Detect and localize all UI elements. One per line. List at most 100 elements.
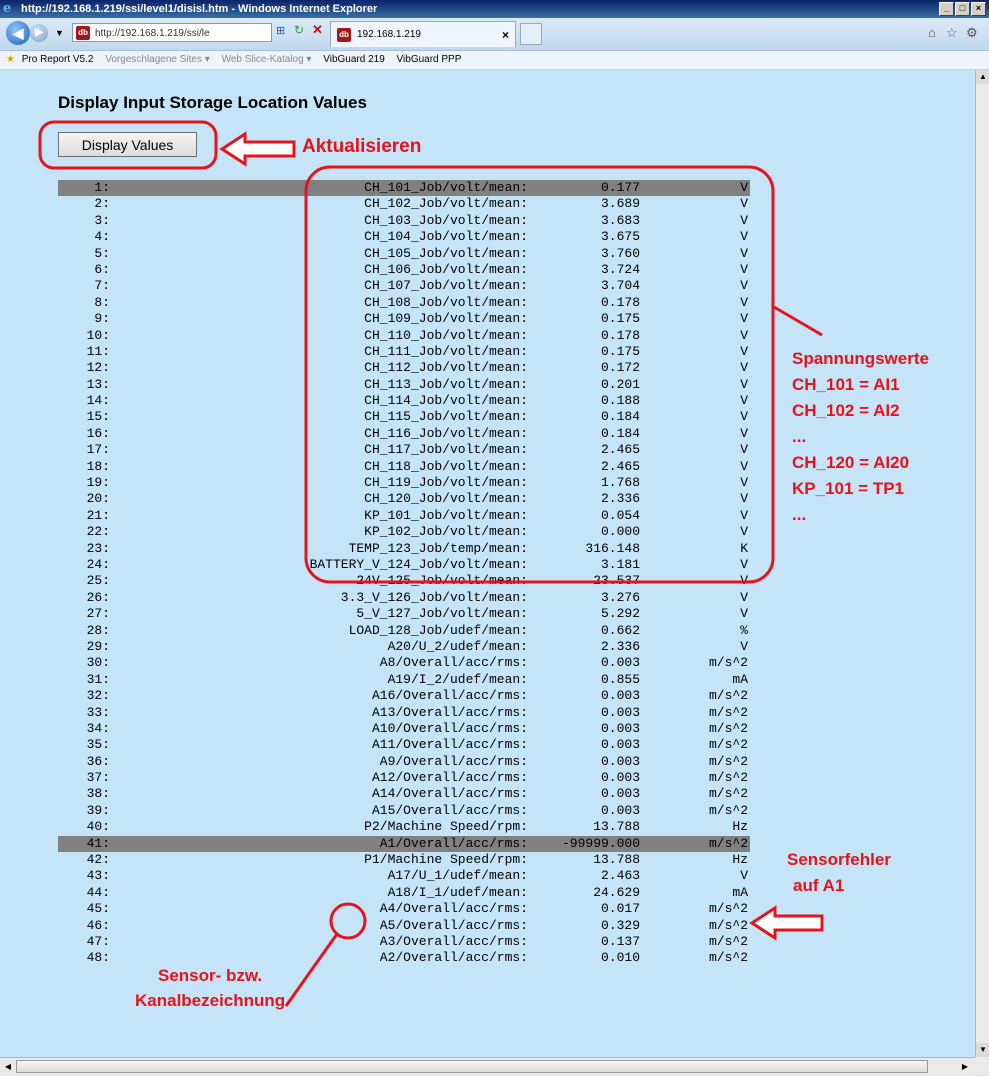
row-index: 24: bbox=[86, 556, 110, 572]
tab-192-168-1-219[interactable]: db 192.168.1.219 × bbox=[330, 21, 516, 47]
channel-value: 23.537 bbox=[593, 573, 640, 589]
voltage-annotation-line: CH_101 = AI1 bbox=[792, 375, 900, 394]
channel-label: BATTERY_V_124_Job/volt/mean: bbox=[309, 556, 528, 572]
channel-unit: V bbox=[740, 425, 748, 441]
sensor-error-annotation: Sensorfehler auf A1 bbox=[787, 847, 891, 899]
row-index: 11: bbox=[86, 343, 110, 359]
fav-suggested-sites[interactable]: Vorgeschlagene Sites ▾ bbox=[105, 51, 210, 69]
channel-value: 0.178 bbox=[600, 327, 640, 343]
row-index: 7: bbox=[94, 278, 110, 294]
channel-unit: V bbox=[740, 360, 748, 376]
sensor-error-line: auf A1 bbox=[793, 876, 845, 895]
channel-label: CH_104_Job/volt/mean: bbox=[364, 229, 528, 245]
table-row: 7: CH_107_Job/volt/mean: 3.704 V bbox=[58, 278, 750, 294]
channel-unit: V bbox=[740, 524, 748, 540]
table-row: 20: CH_120_Job/volt/mean: 2.336 V bbox=[58, 491, 750, 507]
vertical-scrollbar[interactable]: ▲ ▼ bbox=[975, 70, 989, 1057]
channel-label: CH_105_Job/volt/mean: bbox=[364, 245, 528, 261]
channel-unit: m/s^2 bbox=[708, 655, 748, 671]
voltage-annotation-line: ... bbox=[792, 427, 807, 446]
tools-gear-icon[interactable]: ⚙ bbox=[966, 25, 978, 41]
table-row: 27: 5_V_127_Job/volt/mean: 5.292 V bbox=[58, 606, 750, 622]
table-row: 29: A20/U_2/udef/mean: 2.336 V bbox=[58, 639, 750, 655]
channel-value: 2.463 bbox=[600, 868, 640, 884]
voltage-annotation: Spannungswerte CH_101 = AI1 CH_102 = AI2… bbox=[792, 346, 929, 528]
channel-unit: V bbox=[740, 180, 748, 195]
channel-label: CH_113_Job/volt/mean: bbox=[364, 376, 528, 392]
horizontal-scrollbar[interactable]: ◀ ▶ bbox=[0, 1057, 975, 1076]
scroll-up-icon[interactable]: ▲ bbox=[976, 70, 989, 84]
window-controls: _ □ × bbox=[939, 2, 986, 16]
channel-value: 0.003 bbox=[600, 720, 640, 736]
row-index: 25: bbox=[86, 573, 110, 589]
voltage-annotation-line: Spannungswerte bbox=[792, 349, 929, 368]
history-dropdown-icon[interactable]: ▼ bbox=[55, 28, 64, 38]
compatibility-icon[interactable]: ⊞ bbox=[276, 24, 285, 37]
fav-vibguard-219[interactable]: VibGuard 219 bbox=[323, 51, 385, 69]
channel-unit: m/s^2 bbox=[708, 753, 748, 769]
horizontal-scroll-thumb[interactable] bbox=[16, 1060, 928, 1073]
channel-label: A13/Overall/acc/rms: bbox=[371, 704, 528, 720]
scroll-right-icon[interactable]: ▶ bbox=[958, 1060, 972, 1074]
close-icon[interactable]: × bbox=[971, 2, 986, 16]
favorites-star-icon[interactable]: ★ bbox=[6, 51, 15, 69]
table-row: 18: CH_118_Job/volt/mean: 2.465 V bbox=[58, 459, 750, 475]
tab-close-icon[interactable]: × bbox=[502, 22, 509, 48]
table-row: 14: CH_114_Job/volt/mean: 0.188 V bbox=[58, 393, 750, 409]
channel-value: 3.683 bbox=[600, 212, 640, 228]
forward-icon[interactable]: ▶ bbox=[30, 24, 48, 42]
scroll-left-icon[interactable]: ◀ bbox=[1, 1060, 15, 1074]
maximize-icon[interactable]: □ bbox=[955, 2, 970, 16]
channel-label: A11/Overall/acc/rms: bbox=[371, 737, 528, 753]
row-index: 13: bbox=[86, 376, 110, 392]
table-row: 47: A3/Overall/acc/rms: 0.137 m/s^2 bbox=[58, 934, 750, 950]
row-index: 6: bbox=[94, 261, 110, 277]
fav-vibguard-ppp[interactable]: VibGuard PPP bbox=[397, 51, 462, 69]
channel-label: LOAD_128_Job/udef/mean: bbox=[348, 622, 528, 638]
channel-unit: Hz bbox=[732, 819, 748, 835]
stop-icon[interactable]: ✕ bbox=[312, 22, 323, 38]
channel-unit: m/s^2 bbox=[708, 835, 748, 851]
navigation-bar: ◀ ▶ ▼ db http://192.168.1.219/ssi/le ⊞ ↻… bbox=[0, 18, 989, 51]
table-row: 35: A11/Overall/acc/rms: 0.003 m/s^2 bbox=[58, 737, 750, 753]
minimize-icon[interactable]: _ bbox=[939, 2, 954, 16]
tab-title: 192.168.1.219 bbox=[357, 29, 421, 40]
scroll-down-icon[interactable]: ▼ bbox=[976, 1043, 989, 1057]
fav-pro-report[interactable]: Pro Report V5.2 bbox=[22, 51, 94, 69]
channel-unit: mA bbox=[732, 671, 748, 687]
favorites-star-icon[interactable]: ☆ bbox=[946, 25, 958, 41]
new-tab-button[interactable] bbox=[520, 23, 542, 45]
channel-unit: V bbox=[740, 507, 748, 523]
channel-unit: V bbox=[740, 638, 748, 654]
channel-label: CH_102_Job/volt/mean: bbox=[364, 196, 528, 212]
address-bar[interactable]: db http://192.168.1.219/ssi/le bbox=[72, 23, 272, 42]
channel-unit: m/s^2 bbox=[708, 786, 748, 802]
home-icon[interactable]: ⌂ bbox=[928, 25, 936, 40]
channel-unit: V bbox=[740, 278, 748, 294]
channel-value: 3.760 bbox=[600, 245, 640, 261]
channel-value: 3.704 bbox=[600, 278, 640, 294]
display-values-button[interactable]: Display Values bbox=[58, 132, 197, 157]
voltage-annotation-line: CH_102 = AI2 bbox=[792, 401, 900, 420]
back-icon[interactable]: ◀ bbox=[6, 21, 30, 45]
channel-label: TEMP_123_Job/temp/mean: bbox=[348, 540, 528, 556]
table-row: 15: CH_115_Job/volt/mean: 0.184 V bbox=[58, 409, 750, 425]
table-row: 2: CH_102_Job/volt/mean: 3.689 V bbox=[58, 196, 750, 212]
channel-label: A10/Overall/acc/rms: bbox=[371, 720, 528, 736]
row-index: 10: bbox=[86, 327, 110, 343]
channel-value: 0.017 bbox=[600, 901, 640, 917]
channel-label: CH_107_Job/volt/mean: bbox=[364, 278, 528, 294]
fav-web-slice-gallery[interactable]: Web Slice-Katalog ▾ bbox=[222, 51, 312, 69]
channel-name-line: Sensor- bzw. bbox=[157, 966, 263, 985]
channel-value: 0.184 bbox=[600, 425, 640, 441]
table-row: 22: KP_102_Job/volt/mean: 0.000 V bbox=[58, 524, 750, 540]
channel-unit: m/s^2 bbox=[708, 901, 748, 917]
row-index: 40: bbox=[86, 819, 110, 835]
table-row: 9: CH_109_Job/volt/mean: 0.175 V bbox=[58, 311, 750, 327]
channel-unit: V bbox=[740, 606, 748, 622]
refresh-icon[interactable]: ↻ bbox=[294, 23, 304, 37]
channel-value: 0.000 bbox=[600, 524, 640, 540]
table-row: 4: CH_104_Job/volt/mean: 3.675 V bbox=[58, 229, 750, 245]
channel-label: 5_V_127_Job/volt/mean: bbox=[356, 606, 528, 622]
site-favicon-icon: db bbox=[76, 26, 90, 40]
